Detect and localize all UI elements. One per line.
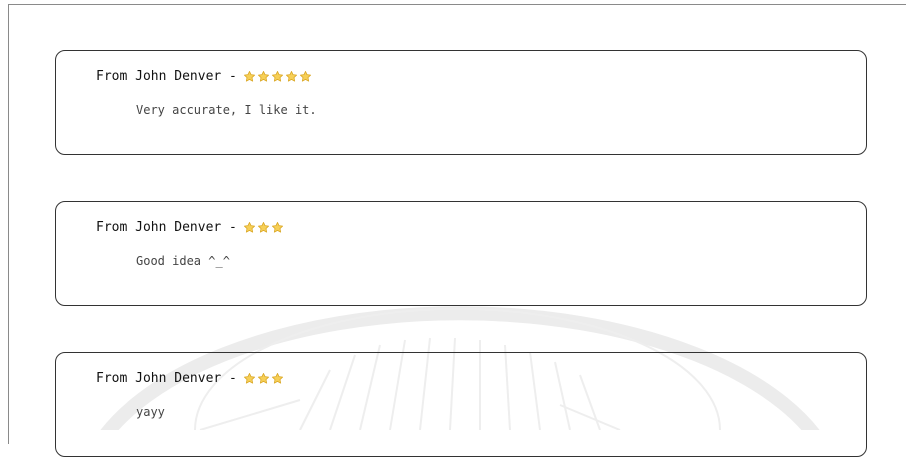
review-header: From John Denver - bbox=[96, 220, 284, 235]
review-author: From John Denver - bbox=[96, 371, 237, 386]
star-rating bbox=[243, 372, 284, 385]
star-icon bbox=[271, 221, 283, 233]
review-text: yayy bbox=[136, 405, 165, 419]
star-icon bbox=[243, 221, 255, 233]
review-card: From John Denver - yayy bbox=[55, 352, 867, 457]
star-icon bbox=[271, 70, 283, 82]
star-icon bbox=[243, 70, 255, 82]
star-rating bbox=[243, 70, 312, 83]
review-card: From John Denver - Good idea ^_^ bbox=[55, 201, 867, 306]
review-header: From John Denver - bbox=[96, 69, 312, 84]
star-icon bbox=[243, 372, 255, 384]
star-rating bbox=[243, 221, 284, 234]
star-icon bbox=[299, 70, 311, 82]
review-card: From John Denver - Very accurate, I like… bbox=[55, 50, 867, 155]
review-text: Very accurate, I like it. bbox=[136, 103, 317, 117]
star-icon bbox=[257, 70, 269, 82]
review-header: From John Denver - bbox=[96, 371, 284, 386]
star-icon bbox=[257, 221, 269, 233]
star-icon bbox=[257, 372, 269, 384]
star-icon bbox=[271, 372, 283, 384]
review-author: From John Denver - bbox=[96, 69, 237, 84]
review-author: From John Denver - bbox=[96, 220, 237, 235]
review-text: Good idea ^_^ bbox=[136, 254, 230, 268]
star-icon bbox=[285, 70, 297, 82]
